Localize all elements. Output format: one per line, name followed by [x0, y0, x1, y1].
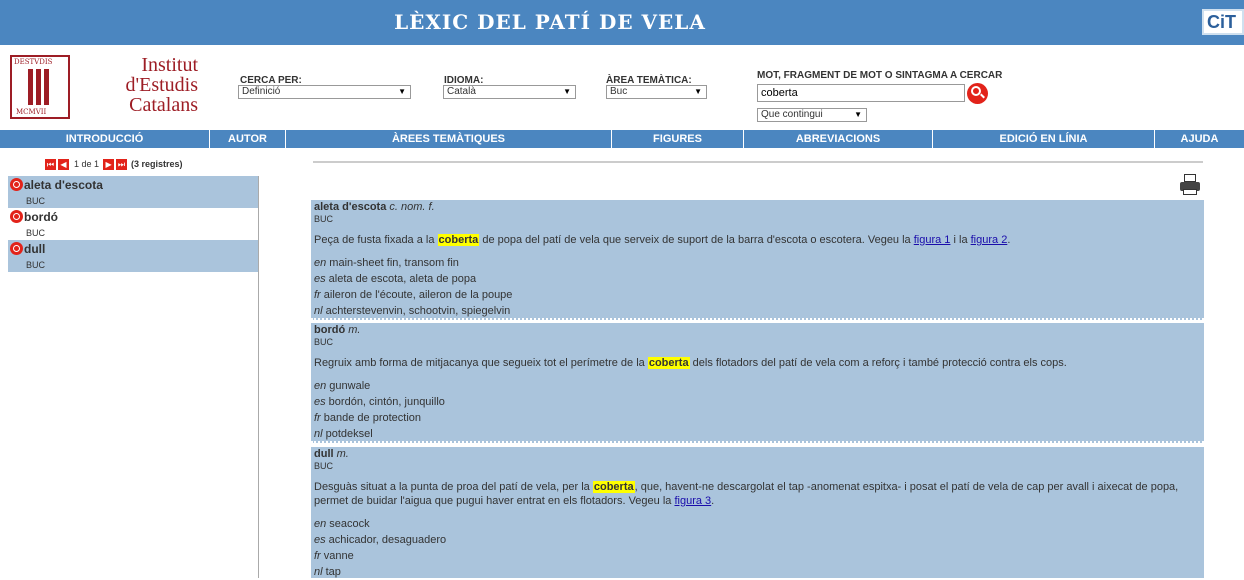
nav-autor[interactable]: AUTOR	[210, 130, 286, 148]
result-item[interactable]: dull BUC	[8, 240, 258, 272]
idioma-select[interactable]: Català ▼	[443, 85, 576, 99]
entry-area: BUC	[314, 214, 334, 224]
equivalents: en gunwale es bordón, cintón, junquillo …	[314, 380, 445, 440]
figure-link[interactable]: figura 3	[674, 495, 711, 507]
title-bar: LÈXIC DEL PATÍ DE VELA CiT	[0, 0, 1244, 45]
result-term[interactable]: bordó	[24, 210, 58, 224]
mot-label: MOT, FRAGMENT DE MOT O SINTAGMA A CERCAR	[757, 70, 1003, 81]
result-area: BUC	[26, 196, 46, 206]
result-item[interactable]: aleta d'escota BUC	[8, 176, 258, 208]
nav-edicio-en-linia[interactable]: EDICIÓ EN LÍNIA	[933, 130, 1155, 148]
iec-logo[interactable]: DESTVDIS MCMVII Institut d'Estudis Catal…	[10, 55, 200, 125]
search-result-icon	[10, 178, 23, 191]
result-area: BUC	[26, 260, 46, 270]
main-nav: INTRODUCCIÓ AUTOR ÀREES TEMÀTIQUES FIGUR…	[0, 130, 1244, 148]
column-divider	[258, 176, 259, 578]
print-icon[interactable]	[1180, 174, 1200, 196]
nav-abreviacions[interactable]: ABREVIACIONS	[744, 130, 933, 148]
cerca-select[interactable]: Definició ▼	[238, 85, 411, 99]
entry-head: bordó m.	[314, 324, 361, 336]
nav-figures[interactable]: FIGURES	[612, 130, 744, 148]
area-select[interactable]: Buc ▼	[606, 85, 707, 99]
nav-introduccio[interactable]: INTRODUCCIÓ	[0, 130, 210, 148]
page-title: LÈXIC DEL PATÍ DE VELA	[394, 10, 706, 34]
entry-aleta-d-escota: aleta d'escota c. nom. f. BUC Peça de fu…	[311, 200, 1204, 320]
search-result-icon	[10, 210, 23, 223]
results-list: aleta d'escota BUC bordó BUC dull BUC	[8, 176, 258, 272]
highlight-term: coberta	[437, 234, 480, 246]
entry-head: dull m.	[314, 448, 349, 460]
entry-bordo: bordó m. BUC Regruix amb forma de mitjac…	[311, 323, 1204, 443]
pager: ⏮ ◀ 1 de 1 ▶ ⏭ (3 registres)	[45, 157, 183, 171]
result-term[interactable]: aleta d'escota	[24, 178, 103, 192]
page-indicator: 1 de 1	[74, 159, 100, 169]
result-term[interactable]: dull	[24, 242, 45, 256]
result-item[interactable]: bordó BUC	[8, 208, 258, 240]
prev-page-icon[interactable]: ◀	[58, 158, 69, 170]
iec-seal-icon: DESTVDIS MCMVII	[10, 55, 70, 119]
next-page-icon[interactable]: ▶	[103, 158, 115, 170]
search-input[interactable]	[757, 84, 965, 102]
highlight-term: coberta	[647, 357, 690, 369]
equivalents: en main-sheet fin, transom fin es aleta …	[314, 257, 513, 317]
figure-link[interactable]: figura 1	[914, 234, 951, 246]
search-icon[interactable]	[967, 83, 988, 104]
nav-ajuda[interactable]: AJUDA	[1155, 130, 1244, 148]
equivalents: en seacock es achicador, desaguadero fr …	[314, 518, 447, 578]
mode-select[interactable]: Que contingui ▼	[757, 108, 867, 122]
entry-area: BUC	[314, 461, 334, 471]
nav-arees-tematiques[interactable]: ÀREES TEMÀTIQUES	[286, 130, 612, 148]
entry-dull: dull m. BUC Desguàs situat a la punta de…	[311, 447, 1204, 578]
last-page-icon[interactable]: ⏭	[116, 158, 128, 170]
search-result-icon	[10, 242, 23, 255]
entry-area: BUC	[314, 337, 334, 347]
highlight-term: coberta	[592, 481, 635, 493]
entry-head: aleta d'escota c. nom. f.	[314, 201, 435, 213]
entry-definition: Regruix amb forma de mitjacanya que segu…	[314, 357, 1067, 369]
result-area: BUC	[26, 228, 46, 238]
content-rule	[313, 161, 1203, 163]
entry-definition: Peça de fusta fixada a la coberta de pop…	[314, 234, 1011, 246]
record-count: (3 registres)	[131, 159, 183, 169]
iec-name: Institut d'Estudis Catalans	[125, 54, 199, 116]
entry-definition: Desguàs situat a la punta de proa del pa…	[314, 481, 1179, 507]
figure-link[interactable]: figura 2	[971, 234, 1008, 246]
cit-logo[interactable]: CiT	[1202, 9, 1244, 35]
first-page-icon[interactable]: ⏮	[45, 158, 56, 170]
